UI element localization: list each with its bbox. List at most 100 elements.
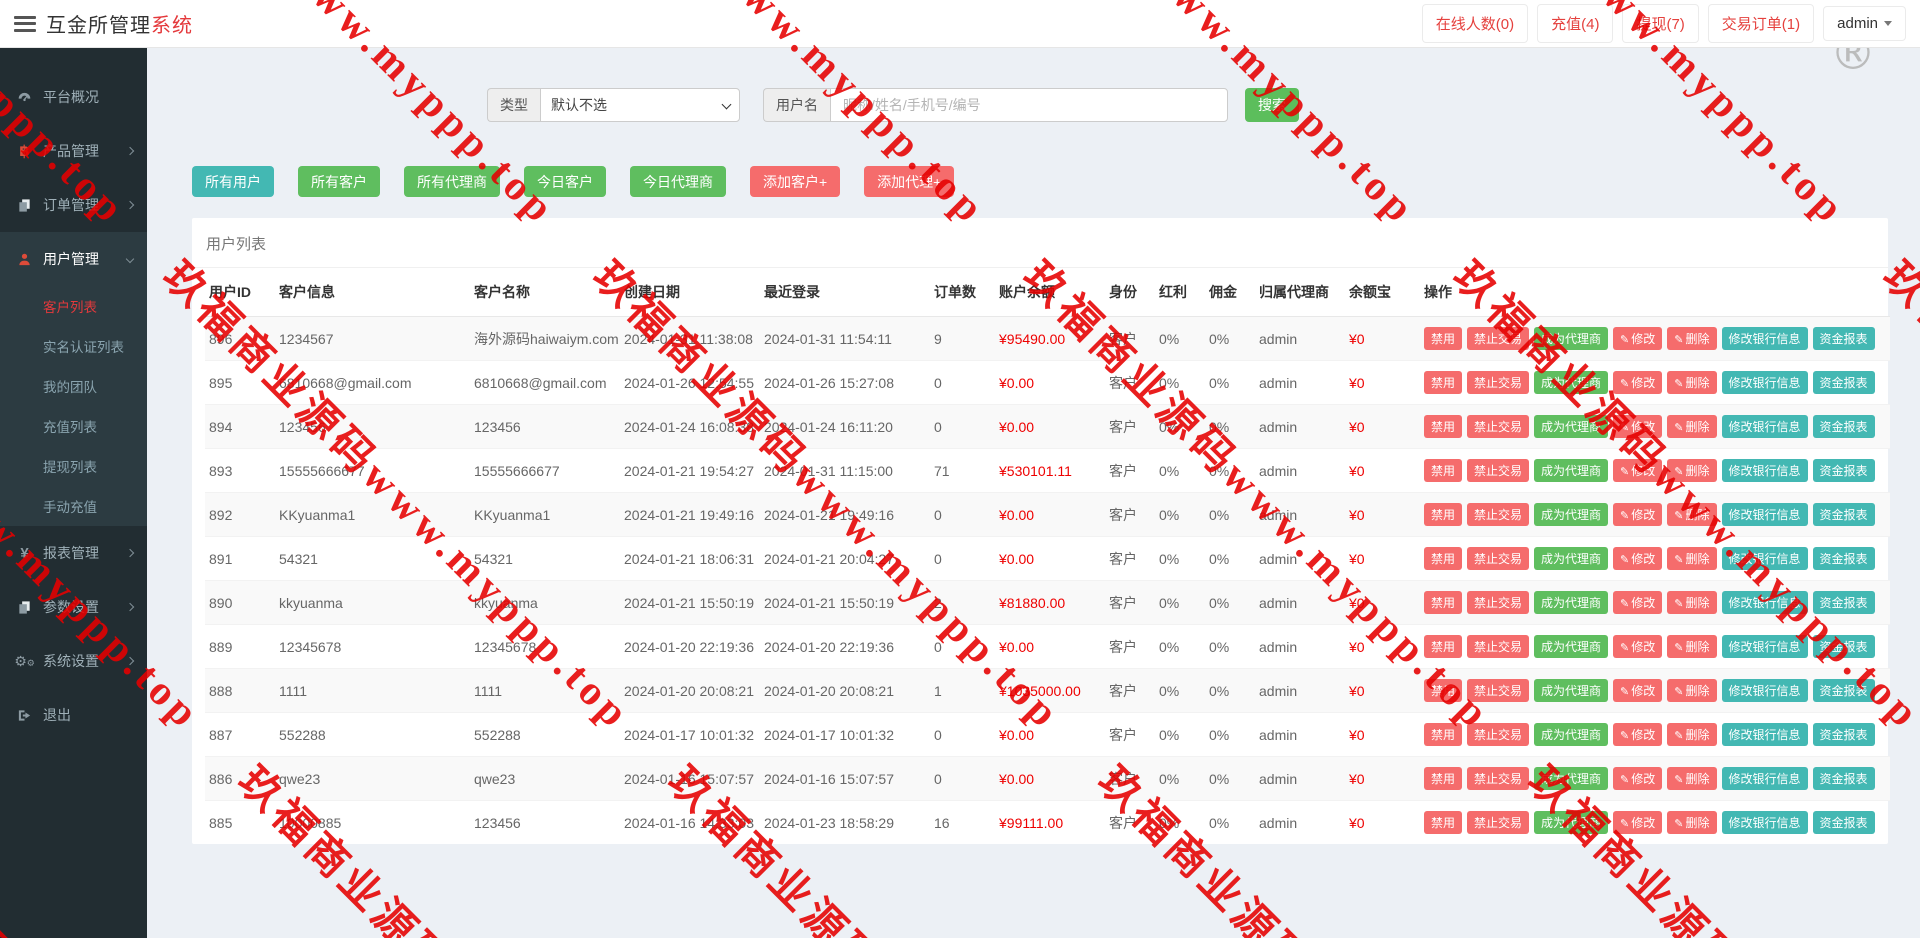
sidebar-item-order-management[interactable]: 订单管理 [0, 178, 147, 232]
disable-button[interactable]: 禁用 [1424, 811, 1463, 834]
edit-bank-info-button[interactable]: 修改银行信息 [1721, 327, 1808, 350]
delete-button[interactable]: ✎ 删除 [1667, 459, 1717, 482]
fund-report-button[interactable]: 资金报表 [1812, 767, 1875, 790]
become-agent-button[interactable]: 成为代理商 [1534, 459, 1609, 482]
forbid-trade-button[interactable]: 禁止交易 [1467, 503, 1530, 526]
edit-button[interactable]: ✎ 修改 [1613, 811, 1663, 834]
search-button[interactable]: 搜索 [1245, 88, 1299, 122]
disable-button[interactable]: 禁用 [1424, 635, 1463, 658]
delete-button[interactable]: ✎ 删除 [1667, 635, 1717, 658]
sidebar-item-customer-list[interactable]: 客户列表 [0, 286, 147, 326]
edit-button[interactable]: ✎ 修改 [1613, 547, 1663, 570]
sidebar-item-manual-recharge[interactable]: 手动充值 [0, 486, 147, 526]
disable-button[interactable]: 禁用 [1424, 547, 1463, 570]
edit-bank-info-button[interactable]: 修改银行信息 [1721, 591, 1808, 614]
become-agent-button[interactable]: 成为代理商 [1534, 723, 1609, 746]
fund-report-button[interactable]: 资金报表 [1812, 679, 1875, 702]
edit-bank-info-button[interactable]: 修改银行信息 [1721, 371, 1808, 394]
fund-report-button[interactable]: 资金报表 [1812, 503, 1875, 526]
edit-bank-info-button[interactable]: 修改银行信息 [1721, 635, 1808, 658]
forbid-trade-button[interactable]: 禁止交易 [1467, 811, 1530, 834]
hamburger-menu-icon[interactable] [14, 15, 36, 32]
forbid-trade-button[interactable]: 禁止交易 [1467, 415, 1530, 438]
become-agent-button[interactable]: 成为代理商 [1534, 767, 1609, 790]
edit-bank-info-button[interactable]: 修改银行信息 [1721, 459, 1808, 482]
delete-button[interactable]: ✎ 删除 [1667, 547, 1717, 570]
today-customers-button[interactable]: 今日客户 [524, 166, 606, 197]
type-select[interactable]: 默认不选 [540, 88, 740, 122]
delete-button[interactable]: ✎ 删除 [1667, 811, 1717, 834]
disable-button[interactable]: 禁用 [1424, 679, 1463, 702]
edit-bank-info-button[interactable]: 修改银行信息 [1721, 503, 1808, 526]
fund-report-button[interactable]: 资金报表 [1812, 371, 1875, 394]
all-customers-button[interactable]: 所有客户 [298, 166, 380, 197]
disable-button[interactable]: 禁用 [1424, 723, 1463, 746]
fund-report-button[interactable]: 资金报表 [1812, 459, 1875, 482]
forbid-trade-button[interactable]: 禁止交易 [1467, 591, 1530, 614]
forbid-trade-button[interactable]: 禁止交易 [1467, 327, 1530, 350]
disable-button[interactable]: 禁用 [1424, 767, 1463, 790]
become-agent-button[interactable]: 成为代理商 [1534, 811, 1609, 834]
delete-button[interactable]: ✎ 删除 [1667, 371, 1717, 394]
edit-button[interactable]: ✎ 修改 [1613, 503, 1663, 526]
sidebar-item-realname-auth-list[interactable]: 实名认证列表 [0, 326, 147, 366]
fund-report-button[interactable]: 资金报表 [1812, 591, 1875, 614]
edit-button[interactable]: ✎ 修改 [1613, 459, 1663, 482]
delete-button[interactable]: ✎ 删除 [1667, 415, 1717, 438]
sidebar-item-parameter-settings[interactable]: 参数设置 [0, 580, 147, 634]
fund-report-button[interactable]: 资金报表 [1812, 723, 1875, 746]
recharge-count[interactable]: 充值(4) [1537, 4, 1614, 43]
disable-button[interactable]: 禁用 [1424, 327, 1463, 350]
forbid-trade-button[interactable]: 禁止交易 [1467, 371, 1530, 394]
admin-menu[interactable]: admin [1823, 6, 1906, 41]
sidebar-item-report-management[interactable]: ¥ 报表管理 [0, 526, 147, 580]
online-count[interactable]: 在线人数(0) [1421, 4, 1529, 43]
sidebar-item-my-team[interactable]: 我的团队 [0, 366, 147, 406]
trade-orders-count[interactable]: 交易订单(1) [1707, 4, 1815, 43]
sidebar-item-platform-overview[interactable]: 平台概况 [0, 70, 147, 124]
forbid-trade-button[interactable]: 禁止交易 [1467, 679, 1530, 702]
disable-button[interactable]: 禁用 [1424, 459, 1463, 482]
delete-button[interactable]: ✎ 删除 [1667, 679, 1717, 702]
sidebar-item-withdraw-list[interactable]: 提现列表 [0, 446, 147, 486]
become-agent-button[interactable]: 成为代理商 [1534, 503, 1609, 526]
delete-button[interactable]: ✎ 删除 [1667, 591, 1717, 614]
username-input[interactable] [830, 88, 1228, 122]
sidebar-item-user-management[interactable]: 用户管理 [0, 232, 147, 286]
sidebar-item-system-settings[interactable]: ⚙⚙ 系统设置 [0, 634, 147, 688]
edit-button[interactable]: ✎ 修改 [1613, 723, 1663, 746]
edit-bank-info-button[interactable]: 修改银行信息 [1721, 415, 1808, 438]
edit-button[interactable]: ✎ 修改 [1613, 327, 1663, 350]
fund-report-button[interactable]: 资金报表 [1812, 635, 1875, 658]
edit-button[interactable]: ✎ 修改 [1613, 591, 1663, 614]
edit-bank-info-button[interactable]: 修改银行信息 [1721, 547, 1808, 570]
disable-button[interactable]: 禁用 [1424, 591, 1463, 614]
sidebar-item-recharge-list[interactable]: 充值列表 [0, 406, 147, 446]
fund-report-button[interactable]: 资金报表 [1812, 547, 1875, 570]
all-agents-button[interactable]: 所有代理商 [404, 166, 500, 197]
delete-button[interactable]: ✎ 删除 [1667, 723, 1717, 746]
delete-button[interactable]: ✎ 删除 [1667, 503, 1717, 526]
become-agent-button[interactable]: 成为代理商 [1534, 415, 1609, 438]
disable-button[interactable]: 禁用 [1424, 415, 1463, 438]
add-agent-button[interactable]: 添加代理+ [864, 166, 955, 197]
edit-button[interactable]: ✎ 修改 [1613, 679, 1663, 702]
become-agent-button[interactable]: 成为代理商 [1534, 547, 1609, 570]
edit-bank-info-button[interactable]: 修改银行信息 [1721, 723, 1808, 746]
disable-button[interactable]: 禁用 [1424, 371, 1463, 394]
withdraw-count[interactable]: 提现(7) [1622, 4, 1699, 43]
edit-bank-info-button[interactable]: 修改银行信息 [1721, 811, 1808, 834]
edit-button[interactable]: ✎ 修改 [1613, 767, 1663, 790]
edit-bank-info-button[interactable]: 修改银行信息 [1721, 679, 1808, 702]
edit-button[interactable]: ✎ 修改 [1613, 371, 1663, 394]
today-agents-button[interactable]: 今日代理商 [630, 166, 726, 197]
sidebar-item-logout[interactable]: 退出 [0, 688, 147, 742]
delete-button[interactable]: ✎ 删除 [1667, 327, 1717, 350]
become-agent-button[interactable]: 成为代理商 [1534, 591, 1609, 614]
become-agent-button[interactable]: 成为代理商 [1534, 327, 1609, 350]
disable-button[interactable]: 禁用 [1424, 503, 1463, 526]
edit-button[interactable]: ✎ 修改 [1613, 635, 1663, 658]
forbid-trade-button[interactable]: 禁止交易 [1467, 767, 1530, 790]
edit-bank-info-button[interactable]: 修改银行信息 [1721, 767, 1808, 790]
forbid-trade-button[interactable]: 禁止交易 [1467, 547, 1530, 570]
